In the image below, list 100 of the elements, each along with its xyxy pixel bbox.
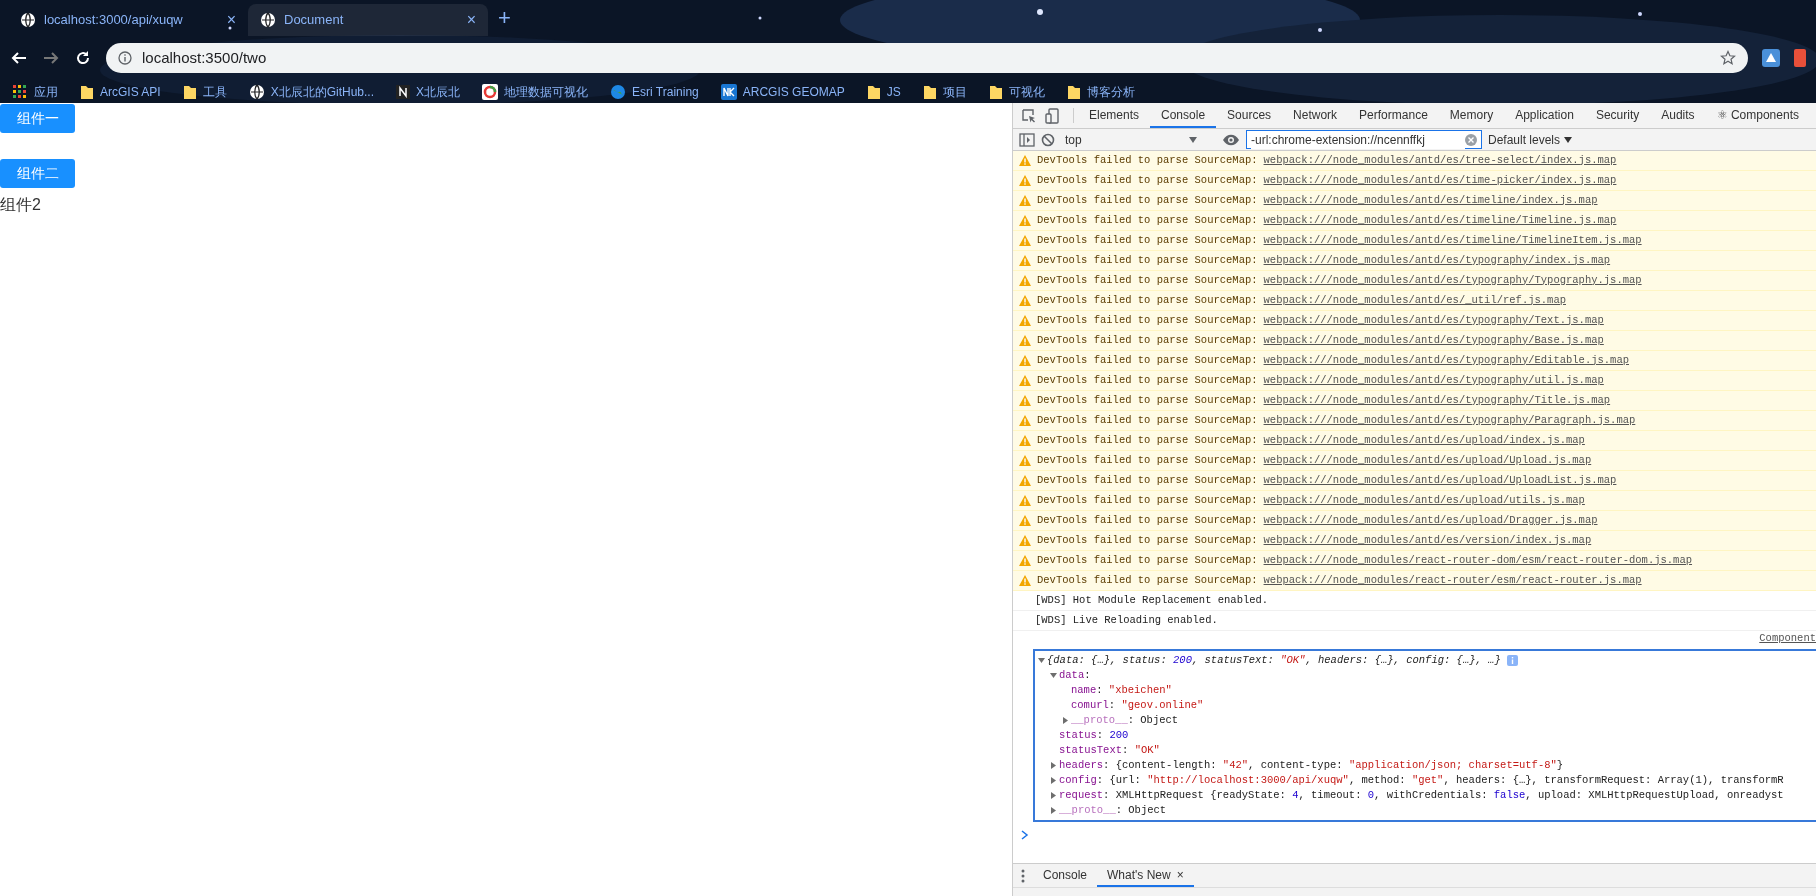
source-link[interactable]: webpack:///node_modules/react-router/esm/react-router.js.map [1263,572,1642,589]
bookmark[interactable]: 应用 [12,82,58,101]
source-link[interactable]: webpack:///node_modules/antd/es/timeline/TimelineItem.js.map [1263,232,1642,249]
bookmark[interactable]: Esri Training [610,82,699,101]
object-property: __proto__: Object [1059,802,1167,818]
bookmark[interactable]: 博客分析 [1066,82,1135,101]
sidebar-icon[interactable] [1019,132,1035,147]
levels-dropdown[interactable]: Default levels [1488,130,1573,149]
drawer-tab[interactable]: Console [1033,864,1098,887]
expand-arrow-icon[interactable] [1037,656,1047,665]
bookmark[interactable]: X北辰北 [396,82,461,101]
expand-arrow-icon[interactable] [1049,776,1059,785]
panel-tab[interactable]: ⚛ Components [1705,103,1810,128]
browser-tab[interactable]: localhost:3000/api/xuqw × [8,4,248,36]
source-link[interactable]: webpack:///node_modules/antd/es/timeline/Timeline.js.map [1263,212,1617,229]
bookmark[interactable]: 工具 [182,82,227,101]
source-link[interactable]: webpack:///node_modules/antd/es/typography/index.js.map [1263,252,1611,269]
info-icon[interactable] [118,51,132,65]
source-link[interactable]: webpack:///node_modules/antd/es/_util/ref.js.map [1263,292,1566,309]
expand-arrow-icon[interactable] [1049,791,1059,800]
caret-icon [1564,136,1573,143]
message-text: DevTools failed to parse SourceMap: [1037,532,1258,548]
expand-arrow-icon[interactable] [1049,806,1059,815]
expand-arrow-icon[interactable] [1061,716,1071,725]
panel-tab[interactable]: Application [1504,103,1585,128]
star-icon[interactable] [1720,50,1736,66]
device-icon[interactable] [1045,107,1061,124]
bookmark[interactable]: 项目 [922,82,967,101]
source-link[interactable]: webpack:///node_modules/react-router-dom/esm/react-router-dom.js.map [1263,552,1693,569]
bookmark[interactable]: ArcGIS API [80,82,161,101]
source-link[interactable]: webpack:///node_modules/antd/es/typography/Base.js.map [1263,332,1604,349]
clear-icon[interactable] [1041,132,1055,147]
warning-icon [1019,515,1031,526]
apps-icon [12,83,28,100]
drawer-tab[interactable]: What's New × [1097,864,1194,887]
object-property: config: {url: "http://localhost:3000/api/xuqw", method: "get", headers: {…}, transformRequest: Array(1), transformR [1059,772,1784,788]
browser-tab[interactable]: Document × [248,4,488,36]
address-bar[interactable]: localhost:3500/two [106,43,1748,73]
warning-icon [1019,195,1031,206]
globe-icon [260,12,276,28]
bookmark[interactable]: X北辰北的GitHub... [248,82,375,101]
filter-field[interactable]: -url:chrome-extension://ncennffkj [1246,130,1482,149]
extension-icon[interactable] [1762,49,1780,67]
panel-tab[interactable]: Elements [1078,103,1151,128]
warning-icon [1019,175,1031,186]
close-button[interactable]: × [466,12,476,28]
panel-tab[interactable]: Sources [1216,103,1283,128]
source-link[interactable]: webpack:///node_modules/antd/es/typography/Typography.js.map [1263,272,1642,289]
reload-icon[interactable] [74,49,92,67]
source-link[interactable]: Component [1759,631,1816,649]
message-text: DevTools failed to parse SourceMap: [1037,332,1258,348]
message-text: DevTools failed to parse SourceMap: [1037,312,1258,328]
expand-arrow-icon[interactable] [1049,671,1059,680]
warning-icon [1019,355,1031,366]
bookmark[interactable]: 地理数据可视化 [482,82,589,101]
source-link[interactable]: webpack:///node_modules/antd/es/upload/Dragger.js.map [1263,512,1598,529]
bookmark[interactable]: JS [866,82,901,101]
source-link[interactable]: webpack:///node_modules/antd/es/upload/utils.js.map [1263,492,1585,509]
bookmark[interactable]: ARCGIS GEOMAP [720,82,845,101]
panel-tab[interactable]: Network [1282,103,1349,128]
message-text: DevTools failed to parse SourceMap: [1037,492,1258,508]
source-link[interactable]: webpack:///node_modules/antd/es/timeline/index.js.map [1263,192,1598,209]
menu-icon[interactable] [1021,868,1025,883]
warning-icon [1019,255,1031,266]
source-link[interactable]: webpack:///node_modules/antd/es/version/index.js.map [1263,532,1592,549]
message-text: DevTools failed to parse SourceMap: [1037,272,1258,288]
source-link[interactable]: webpack:///node_modules/antd/es/typography/Title.js.map [1263,392,1611,409]
expand-arrow-icon[interactable] [1049,761,1059,770]
warning-icon [1019,315,1031,326]
eye-icon[interactable] [1222,133,1240,146]
panel-tab[interactable]: Audits [1650,103,1706,128]
source-link[interactable]: webpack:///node_modules/antd/es/tree-select/index.js.map [1263,152,1617,169]
source-link[interactable]: webpack:///node_modules/antd/es/typography/util.js.map [1263,372,1604,389]
close-button[interactable]: × [1176,865,1184,884]
message-text: DevTools failed to parse SourceMap: [1037,572,1258,588]
warning-icon [1019,215,1031,226]
source-link[interactable]: webpack:///node_modules/antd/es/upload/UploadList.js.map [1263,472,1617,489]
panel-tab[interactable]: Memory [1438,103,1505,128]
context-select[interactable]: top [1061,130,1201,149]
object-property: data: [1059,667,1091,683]
message-text: DevTools failed to parse SourceMap: [1037,252,1258,268]
message-text: DevTools failed to parse SourceMap: [1037,172,1258,188]
panel-tab[interactable]: Security [1584,103,1651,128]
source-link[interactable]: webpack:///node_modules/antd/es/time-picker/index.js.map [1263,172,1617,189]
bookmark[interactable]: 可视化 [988,82,1045,101]
warning-icon [1019,395,1031,406]
source-link[interactable]: webpack:///node_modules/antd/es/typography/Text.js.map [1263,312,1604,329]
warning-icon [1019,495,1031,506]
panel-tab[interactable]: Performance [1348,103,1439,128]
new-tab-button[interactable]: + [498,7,511,29]
close-button[interactable]: × [226,12,236,28]
source-link[interactable]: webpack:///node_modules/antd/es/upload/index.js.map [1263,432,1585,449]
source-link[interactable]: webpack:///node_modules/antd/es/upload/Upload.js.map [1263,452,1592,469]
source-link[interactable]: webpack:///node_modules/antd/es/typography/Editable.js.map [1263,352,1629,369]
warning-icon [1019,295,1031,306]
message-text: DevTools failed to parse SourceMap: [1037,292,1258,308]
source-link[interactable]: webpack:///node_modules/antd/es/typography/Paragraph.js.map [1263,412,1636,429]
object-property: headers: {content-length: "42", content-type: "application/json; charset=utf-8"} [1059,757,1564,773]
inspect-icon[interactable] [1021,107,1037,124]
clear-icon[interactable] [1465,133,1477,146]
